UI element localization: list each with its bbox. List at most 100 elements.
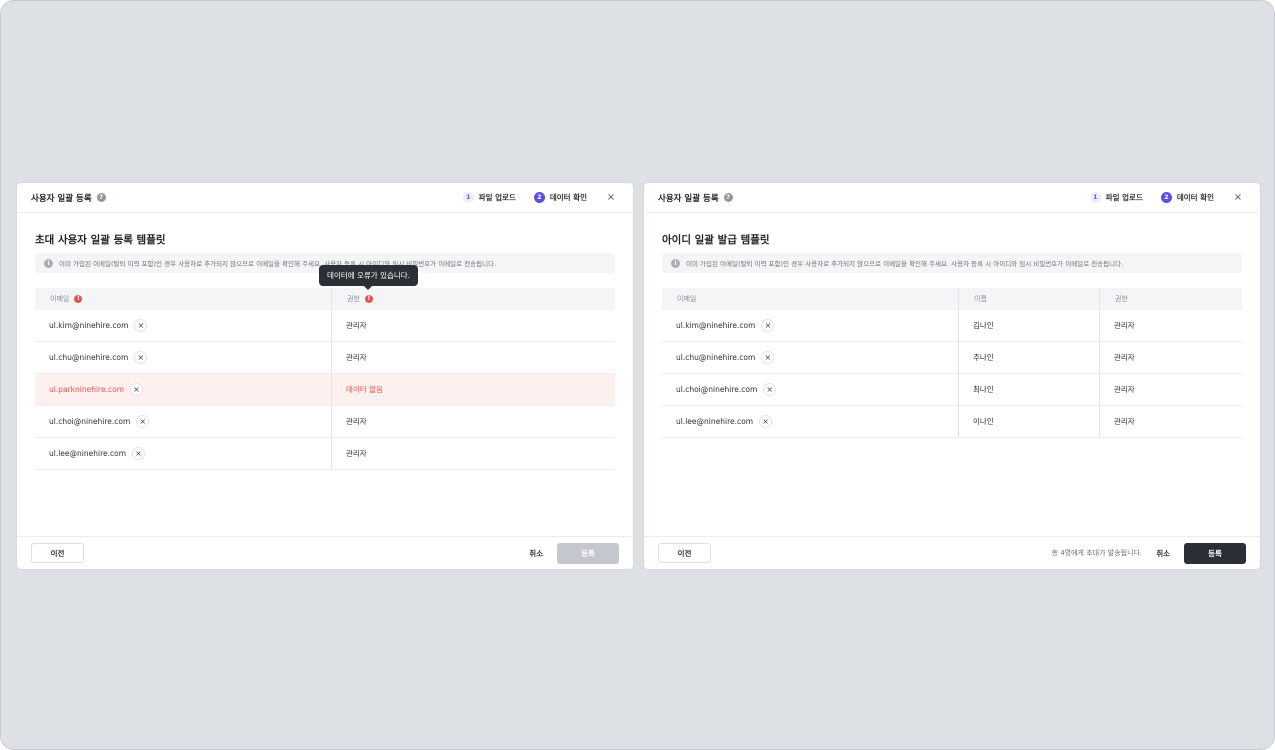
error-tooltip: 데이터에 오류가 있습니다. <box>319 265 419 290</box>
close-icon[interactable]: × <box>605 192 617 203</box>
notice-banner: i 이미 가입된 이메일(탈퇴 이력 포함)인 경우 사용자로 추가되지 않으므… <box>662 253 1242 273</box>
prev-button[interactable]: 이전 <box>658 543 711 563</box>
email-value: ul.choi@ninehire.com <box>49 417 131 426</box>
column-header-role: 권한 <box>1099 288 1242 310</box>
table-row: ul.lee@ninehire.com × 이나인 관리자 <box>662 406 1242 438</box>
email-value: ul.lee@ninehire.com <box>676 417 754 426</box>
table-row: ul.chu@ninehire.com × 추나인 관리자 <box>662 342 1242 374</box>
role-cell: 관리자 <box>1099 310 1242 341</box>
info-icon: i <box>671 258 680 268</box>
submit-button[interactable]: 등록 <box>1184 542 1246 564</box>
template-title: 초대 사용자 일괄 등록 템플릿 <box>35 234 166 246</box>
email-cell: ul.choi@ninehire.com × <box>662 374 958 405</box>
modal-title: 사용자 일괄 등록 <box>658 193 719 204</box>
table-row: ul.kim@ninehire.com × 관리자 <box>35 310 615 342</box>
email-cell: ul.chu@ninehire.com × <box>662 342 958 373</box>
step-number: 2 <box>533 192 545 203</box>
email-value: ul.chu@ninehire.com <box>49 353 129 362</box>
modal-footer: 이전 취소 등록 <box>17 536 633 569</box>
table-row: ul.kim@ninehire.com × 김나인 관리자 <box>662 310 1242 342</box>
column-header-role: 권한 ! <box>331 288 615 310</box>
role-cell: 관리자 <box>331 406 615 437</box>
column-header-name: 이름 <box>958 288 1099 310</box>
email-cell: ul.lee@ninehire.com × <box>35 438 331 469</box>
column-header-email: 이메일 <box>677 295 697 303</box>
role-cell: 관리자 <box>1099 374 1242 405</box>
role-cell: 관리자 <box>331 438 615 469</box>
remove-row-icon[interactable]: × <box>761 319 775 332</box>
step-data-check: 2 데이터 확인 <box>1160 192 1214 203</box>
bulk-register-modal-id-issue: 사용자 일괄 등록 ? 1 파일 업로드 2 데이터 확인 × 아이디 일괄 발… <box>644 183 1260 569</box>
notice-text: 이미 가입된 이메일(탈퇴 이력 포함)인 경우 사용자로 추가되지 않으므로 … <box>686 260 1124 268</box>
step-data-check: 2 데이터 확인 <box>533 192 587 203</box>
step-number: 1 <box>462 192 474 203</box>
template-title: 아이디 일괄 발급 템플릿 <box>662 234 770 246</box>
modal-footer: 이전 총 4명에게 초대가 발송됩니다. 취소 등록 <box>644 536 1260 569</box>
step-file-upload: 1 파일 업로드 <box>462 192 516 203</box>
email-cell: ul.lee@ninehire.com × <box>662 406 958 437</box>
email-cell: ul.kim@ninehire.com × <box>662 310 958 341</box>
email-value: ul.kim@ninehire.com <box>49 321 129 330</box>
role-cell: 관리자 <box>1099 342 1242 373</box>
help-icon[interactable]: ? <box>96 193 106 202</box>
table-row: ul.choi@ninehire.com × 관리자 <box>35 406 615 438</box>
footer-actions: 총 4명에게 초대가 발송됩니다. 취소 등록 <box>1051 542 1246 564</box>
email-cell: ul.parkninehire.com × <box>35 374 331 405</box>
email-cell: ul.choi@ninehire.com × <box>35 406 331 437</box>
table-row: ul.choi@ninehire.com × 최나인 관리자 <box>662 374 1242 406</box>
help-icon[interactable]: ? <box>723 193 733 202</box>
bulk-register-modal-invite: 사용자 일괄 등록 ? 1 파일 업로드 2 데이터 확인 × 초대 사용자 일… <box>17 183 633 569</box>
modal-header: 사용자 일괄 등록 ? 1 파일 업로드 2 데이터 확인 × <box>644 183 1260 213</box>
column-label: 권한 <box>347 295 360 303</box>
step-label: 데이터 확인 <box>549 193 587 202</box>
role-cell: 관리자 <box>331 310 615 341</box>
info-icon: i <box>44 258 53 268</box>
close-icon[interactable]: × <box>1232 192 1244 203</box>
remove-row-icon[interactable]: × <box>132 447 146 460</box>
cancel-button[interactable]: 취소 <box>529 548 543 559</box>
role-cell: 데이터 없음 <box>331 374 615 405</box>
step-number: 1 <box>1089 192 1101 203</box>
email-cell: ul.chu@ninehire.com × <box>35 342 331 373</box>
data-table: 이메일 ! 권한 ! ul.kim@ninehire.com × 관리자 ul.… <box>35 288 615 470</box>
role-cell: 관리자 <box>331 342 615 373</box>
error-icon[interactable]: ! <box>74 295 83 303</box>
table-row: ul.chu@ninehire.com × 관리자 <box>35 342 615 374</box>
name-cell: 김나인 <box>958 310 1099 341</box>
table-row-error: ul.parkninehire.com × 데이터 없음 <box>35 374 615 406</box>
stepper: 1 파일 업로드 2 데이터 확인 <box>1089 192 1232 203</box>
prev-button[interactable]: 이전 <box>31 543 84 563</box>
step-file-upload: 1 파일 업로드 <box>1089 192 1143 203</box>
role-cell: 관리자 <box>1099 406 1242 437</box>
email-value: ul.parkninehire.com <box>49 385 124 394</box>
cancel-button[interactable]: 취소 <box>1156 548 1170 559</box>
email-value: ul.choi@ninehire.com <box>676 385 758 394</box>
name-cell: 추나인 <box>958 342 1099 373</box>
name-cell: 최나인 <box>958 374 1099 405</box>
step-label: 파일 업로드 <box>1105 193 1143 202</box>
remove-row-icon[interactable]: × <box>136 415 150 428</box>
email-value: ul.chu@ninehire.com <box>676 353 756 362</box>
step-label: 파일 업로드 <box>478 193 516 202</box>
error-icon[interactable]: ! <box>364 295 373 303</box>
invite-count-note: 총 4명에게 초대가 발송됩니다. <box>1051 549 1143 557</box>
remove-row-icon[interactable]: × <box>763 383 777 396</box>
notice-text: 이미 가입된 이메일(탈퇴 이력 포함)인 경우 사용자로 추가되지 않으므로 … <box>59 260 497 268</box>
table-header: 이메일 ! 권한 ! <box>35 288 615 310</box>
email-cell: ul.kim@ninehire.com × <box>35 310 331 341</box>
submit-button[interactable]: 등록 <box>557 542 619 564</box>
footer-actions: 취소 등록 <box>529 542 619 564</box>
column-header-email: 이메일 ! <box>35 288 331 310</box>
stepper: 1 파일 업로드 2 데이터 확인 <box>462 192 605 203</box>
name-cell: 이나인 <box>958 406 1099 437</box>
remove-row-icon[interactable]: × <box>134 319 148 332</box>
data-table: 이메일 이름 권한 ul.kim@ninehire.com × 김나인 관리자 … <box>662 288 1242 438</box>
remove-row-icon[interactable]: × <box>134 351 148 364</box>
email-value: ul.kim@ninehire.com <box>676 321 756 330</box>
column-label: 이메일 <box>50 295 70 303</box>
remove-row-icon[interactable]: × <box>129 383 143 396</box>
remove-row-icon[interactable]: × <box>761 351 775 364</box>
email-value: ul.lee@ninehire.com <box>49 449 127 458</box>
remove-row-icon[interactable]: × <box>759 415 773 428</box>
table-header: 이메일 이름 권한 <box>662 288 1242 310</box>
